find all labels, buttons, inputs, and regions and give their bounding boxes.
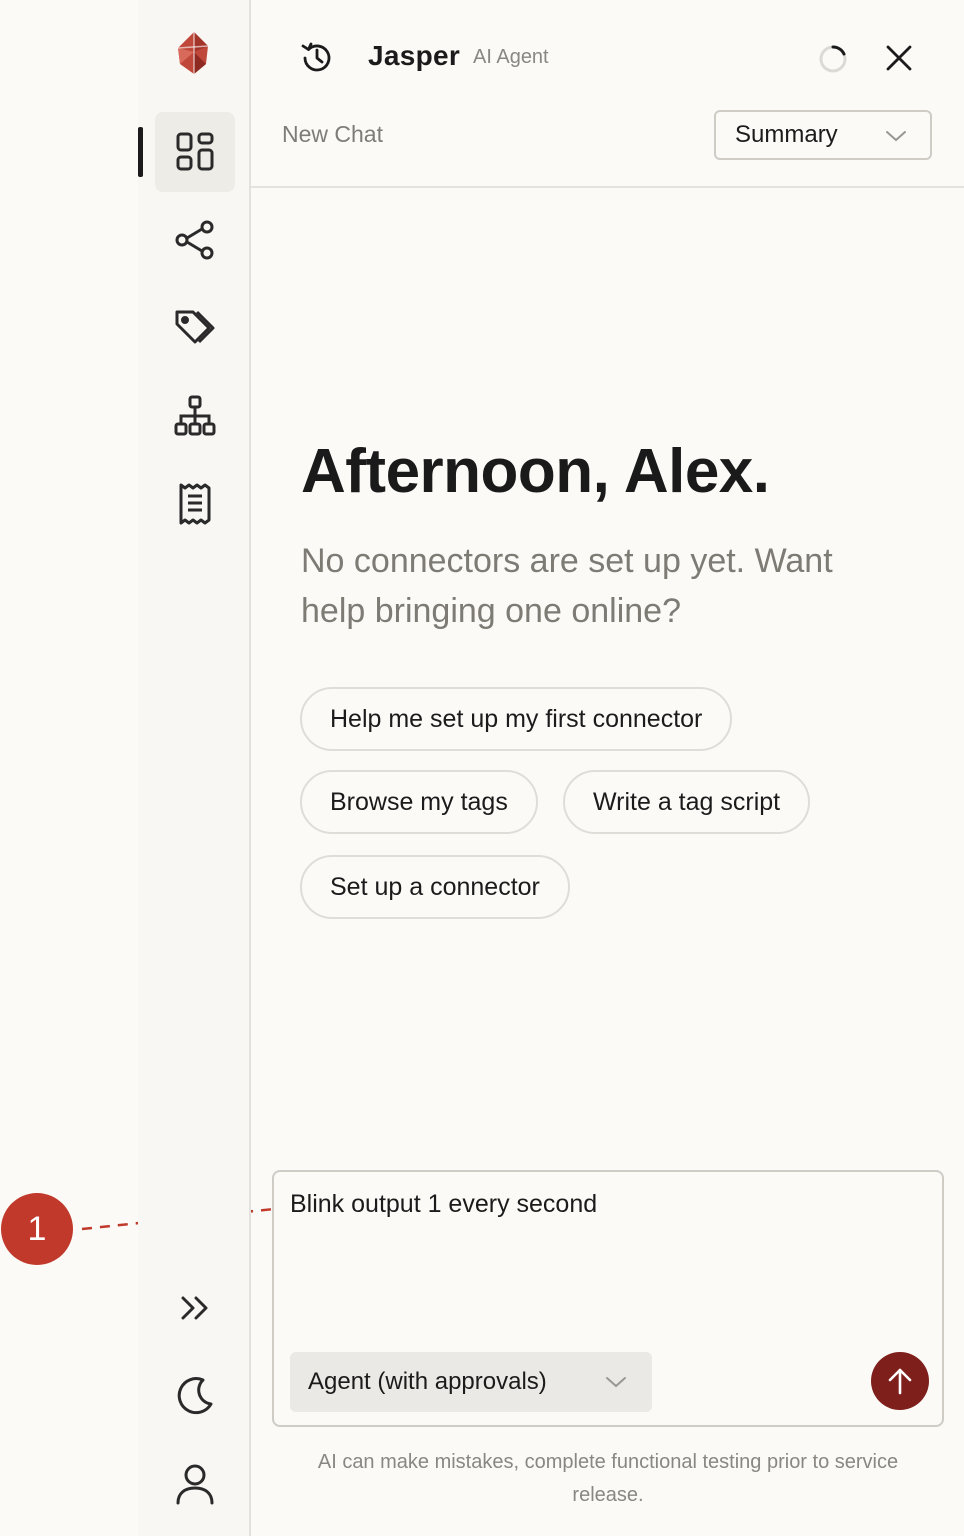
greeting-heading: Afternoon, Alex. <box>301 437 770 506</box>
share-nodes-icon <box>175 220 214 260</box>
app-name: Jasper <box>368 40 461 71</box>
suggestion-chip[interactable]: Write a tag script <box>563 770 811 834</box>
double-chevron-right-icon <box>181 1296 208 1320</box>
close-icon[interactable] <box>883 42 915 74</box>
sidebar <box>138 0 251 1536</box>
annotation-marker: 1 <box>1 1193 73 1265</box>
header-divider <box>251 186 964 188</box>
tags-icon <box>175 310 215 344</box>
user-icon <box>176 1464 214 1505</box>
logo-icon <box>177 32 209 74</box>
message-input[interactable]: Blink output 1 every second <box>290 1190 597 1219</box>
expand-sidebar-button[interactable] <box>155 1268 235 1348</box>
history-icon[interactable] <box>299 40 335 76</box>
sidebar-item-hierarchy[interactable] <box>155 376 235 456</box>
agent-mode-value: Agent (with approvals) <box>308 1368 547 1395</box>
theme-toggle-button[interactable] <box>155 1356 235 1436</box>
receipt-icon <box>179 483 211 525</box>
sidebar-item-tags[interactable] <box>155 288 235 368</box>
chevron-down-icon <box>886 131 906 142</box>
app-subtitle: AI Agent <box>473 46 549 68</box>
greeting-subline: No connectors are set up yet. Want help … <box>301 542 833 630</box>
new-chat-button[interactable]: New Chat <box>282 121 383 148</box>
suggestion-chip[interactable]: Browse my tags <box>300 770 538 834</box>
sidebar-item-connectors[interactable] <box>155 200 235 280</box>
arrow-up-icon <box>888 1368 912 1395</box>
chat-panel: Jasper AI Agent New Chat Summary Afterno… <box>251 0 964 1536</box>
agent-mode-select[interactable]: Agent (with approvals) <box>290 1352 652 1412</box>
moon-icon <box>177 1377 213 1415</box>
profile-button[interactable] <box>155 1444 235 1524</box>
chevron-down-icon <box>606 1377 626 1388</box>
sidebar-item-dashboard[interactable] <box>155 112 235 192</box>
grid-icon <box>176 132 214 171</box>
send-button[interactable] <box>871 1352 929 1410</box>
disclaimer-text: AI can make mistakes, complete functiona… <box>317 1451 899 1506</box>
suggestion-chip[interactable]: Set up a connector <box>300 855 570 919</box>
mode-select-value: Summary <box>735 121 838 148</box>
mode-select[interactable]: Summary <box>714 110 932 160</box>
hierarchy-icon <box>174 395 216 436</box>
active-indicator <box>138 127 143 177</box>
sidebar-item-logs[interactable] <box>155 464 235 544</box>
loading-spinner-icon <box>819 45 847 73</box>
suggestion-chip[interactable]: Help me set up my first connector <box>300 687 733 751</box>
message-composer[interactable]: Blink output 1 every second Agent (with … <box>272 1170 944 1427</box>
